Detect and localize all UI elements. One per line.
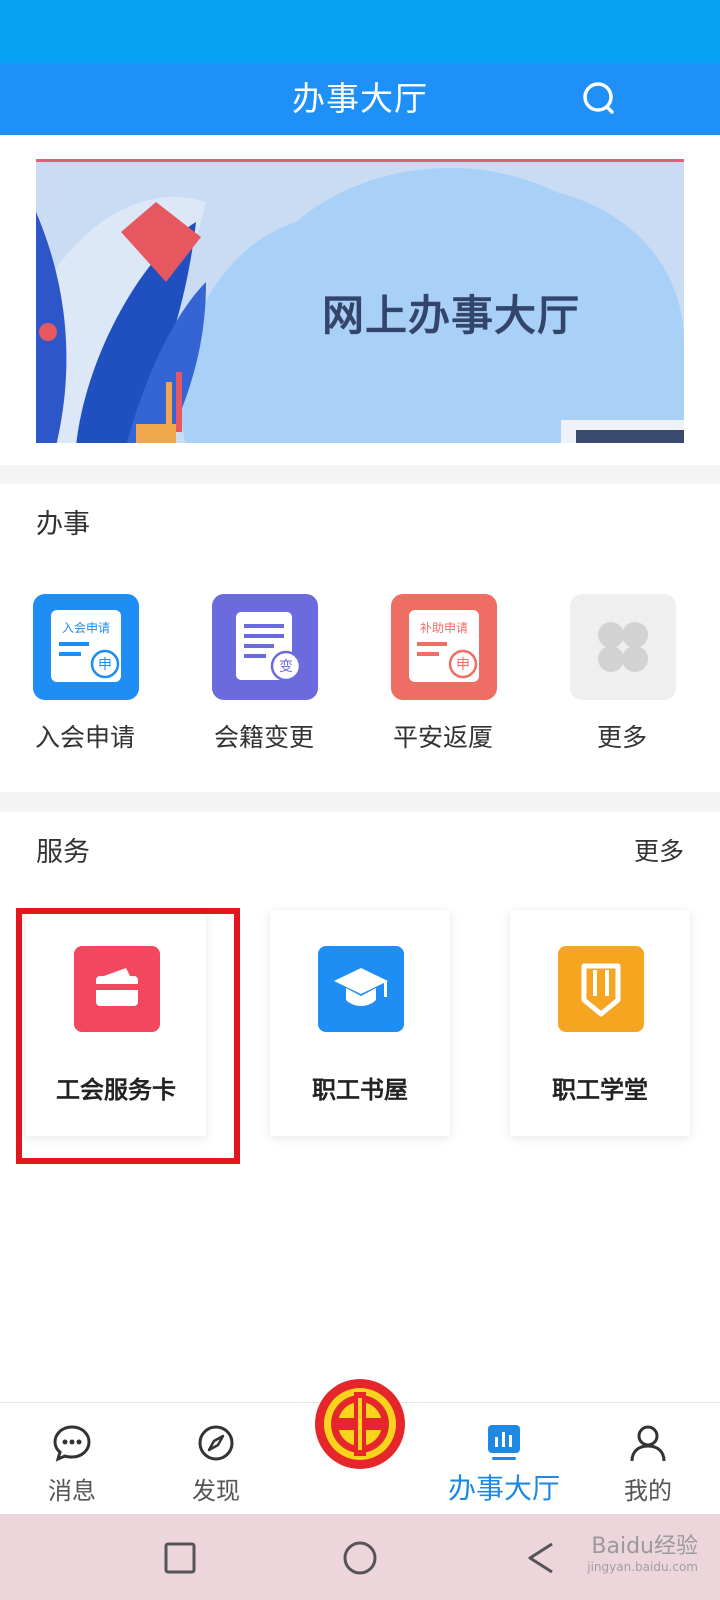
highlight-box (16, 908, 240, 1164)
svg-text:入会申请: 入会申请 (62, 621, 110, 635)
svg-text:补助申请: 补助申请 (420, 621, 468, 635)
promo-banner[interactable]: 网上办事大厅 (36, 159, 684, 443)
svg-text:申: 申 (456, 657, 470, 673)
more-grid-icon (570, 594, 676, 700)
tab-discover[interactable]: 发现 (156, 1403, 276, 1515)
tab-label: 我的 (624, 1477, 672, 1505)
back-triangle-icon[interactable] (520, 1536, 564, 1580)
join-union-application[interactable]: 入会申请 申 入会申请 (20, 594, 150, 754)
watermark-url: jingyan.baidu.com (587, 1560, 698, 1574)
watermark-brand: Baidu经验 (591, 1534, 698, 1559)
tab-mine[interactable]: 我的 (588, 1403, 708, 1515)
card-label: 职工学堂 (552, 1076, 648, 1104)
watermark: Baidu经验 jingyan.baidu.com (587, 1528, 698, 1574)
pencil-book-icon (558, 946, 644, 1032)
system-nav-bar: Baidu经验 jingyan.baidu.com (0, 1514, 720, 1600)
workers-bookstore-card[interactable]: 职工书屋 (270, 910, 450, 1136)
status-bar (0, 0, 720, 63)
section-title: 服务 (36, 837, 90, 868)
workers-school-card[interactable]: 职工学堂 (510, 910, 690, 1136)
handle-item-label: 平安返厦 (392, 723, 493, 752)
svg-text:变: 变 (279, 659, 293, 675)
compass-icon (198, 1425, 234, 1461)
message-icon (53, 1425, 91, 1462)
more-handle-items[interactable]: 更多 (557, 594, 687, 754)
handle-section: 办事 入会申请 申 入会申请 变 会籍变更 补助申请 申 平安返厦 更多 (0, 484, 720, 792)
tab-label: 消息 (48, 1477, 96, 1505)
handle-item-label: 会籍变更 (213, 723, 314, 752)
app-header: 办事大厅 (0, 63, 720, 135)
svg-text:申: 申 (98, 657, 112, 673)
recent-apps-icon[interactable] (158, 1536, 202, 1580)
graduation-cap-icon (318, 946, 404, 1032)
card-label: 职工书屋 (312, 1076, 408, 1104)
document-change-icon: 变 (212, 594, 318, 700)
handle-item-label: 入会申请 (34, 723, 135, 752)
safe-return-xiamen[interactable]: 补助申请 申 平安返厦 (378, 594, 508, 754)
membership-change[interactable]: 变 会籍变更 (199, 594, 329, 754)
banner-area: 网上办事大厅 (0, 135, 720, 465)
user-icon (630, 1425, 666, 1462)
home-circle-icon[interactable] (338, 1536, 382, 1580)
handle-item-label: 更多 (596, 723, 647, 752)
tab-messages[interactable]: 消息 (12, 1403, 132, 1515)
tab-service-hall[interactable]: 办事大厅 (444, 1403, 564, 1515)
subsidy-form-icon: 补助申请 申 (391, 594, 497, 700)
tab-label: 发现 (192, 1477, 240, 1505)
chart-icon (488, 1425, 520, 1460)
application-form-icon: 入会申请 申 (33, 594, 139, 700)
banner-title: 网上办事大厅 (322, 291, 581, 340)
union-logo-icon[interactable] (314, 1378, 406, 1470)
section-title: 办事 (36, 509, 90, 540)
tab-label: 办事大厅 (447, 1472, 560, 1505)
search-icon[interactable] (576, 75, 624, 123)
more-services-link[interactable]: 更多 (634, 832, 684, 868)
